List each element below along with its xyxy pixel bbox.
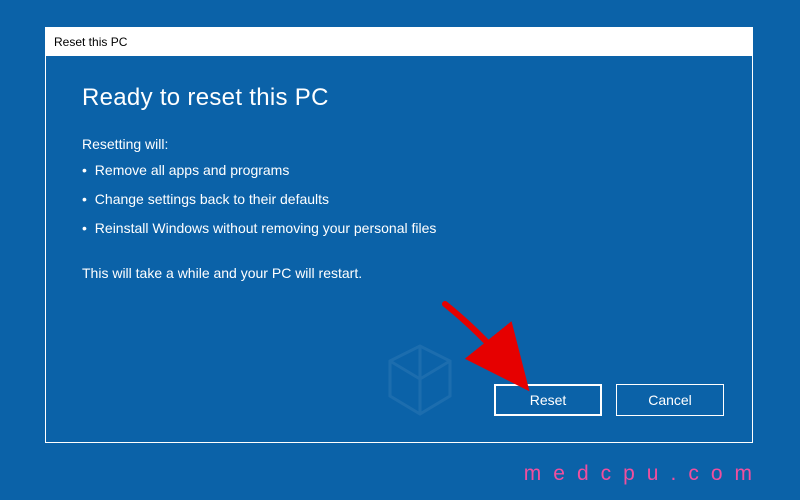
list-item: Remove all apps and programs	[82, 160, 716, 181]
watermark-footer: medcpu.com	[524, 462, 764, 486]
titlebar-text: Reset this PC	[54, 35, 127, 49]
restart-note: This will take a while and your PC will …	[82, 263, 716, 284]
reset-pc-dialog: Reset this PC Ready to reset this PC Res…	[45, 27, 753, 443]
dialog-heading: Ready to reset this PC	[82, 84, 716, 112]
dialog-content: Ready to reset this PC Resetting will: R…	[46, 56, 752, 304]
list-item: Reinstall Windows without removing your …	[82, 218, 716, 239]
list-item: Change settings back to their defaults	[82, 189, 716, 210]
reset-actions-list: Remove all apps and programs Change sett…	[82, 160, 716, 239]
cancel-button[interactable]: Cancel	[616, 384, 724, 416]
titlebar: Reset this PC	[46, 28, 752, 56]
resetting-will-label: Resetting will:	[82, 136, 716, 152]
button-row: Reset Cancel	[494, 384, 724, 416]
reset-button[interactable]: Reset	[494, 384, 602, 416]
